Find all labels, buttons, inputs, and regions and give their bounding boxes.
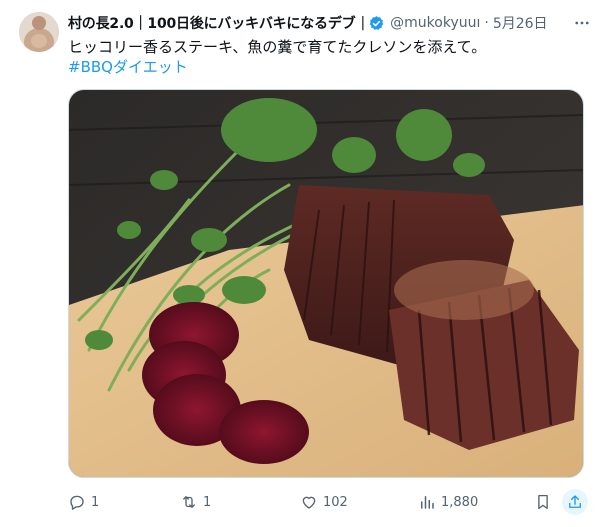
tweet-text: ヒッコリー香るステーキ、魚の糞で育てたクレソンを添えて。 bbox=[68, 38, 487, 56]
verified-badge-icon bbox=[368, 15, 385, 32]
user-handle[interactable]: @mukokyuuı bbox=[390, 15, 480, 31]
reply-icon bbox=[70, 495, 84, 510]
view-count: 1,880 bbox=[441, 494, 479, 510]
display-name[interactable]: 村の長2.0｜100日後にバッキバキになるデブ bbox=[68, 13, 356, 33]
name-separator: | bbox=[360, 15, 366, 31]
action-bar: 1 1 102 1,880 bbox=[68, 489, 588, 515]
dot-separator: · bbox=[484, 15, 489, 31]
reply-count: 1 bbox=[91, 494, 100, 510]
views-icon bbox=[421, 496, 434, 509]
views-button[interactable]: 1,880 bbox=[418, 489, 478, 515]
bookmark-icon bbox=[538, 494, 548, 510]
repost-icon bbox=[183, 496, 195, 508]
like-count: 102 bbox=[323, 494, 348, 510]
share-button[interactable] bbox=[562, 489, 588, 515]
tweet-card[interactable]: 村の長2.0｜100日後にバッキバキになるデブ | @mukokyuuı · 5… bbox=[0, 0, 605, 527]
avatar[interactable] bbox=[19, 12, 59, 52]
like-button[interactable]: 102 bbox=[300, 489, 348, 515]
like-icon bbox=[302, 496, 316, 509]
tweet-header: 村の長2.0｜100日後にバッキバキになるデブ | @mukokyuuı · 5… bbox=[68, 12, 593, 34]
bookmark-button[interactable] bbox=[534, 489, 552, 515]
hashtag-link[interactable]: #BBQダイエット bbox=[68, 57, 188, 77]
reply-button[interactable]: 1 bbox=[68, 489, 99, 515]
post-date[interactable]: 5月26日 bbox=[493, 13, 548, 33]
more-icon[interactable] bbox=[571, 12, 593, 34]
share-icon bbox=[569, 495, 581, 508]
tweet-photo[interactable] bbox=[68, 89, 584, 478]
repost-button[interactable]: 1 bbox=[180, 489, 211, 515]
repost-count: 1 bbox=[203, 494, 212, 510]
